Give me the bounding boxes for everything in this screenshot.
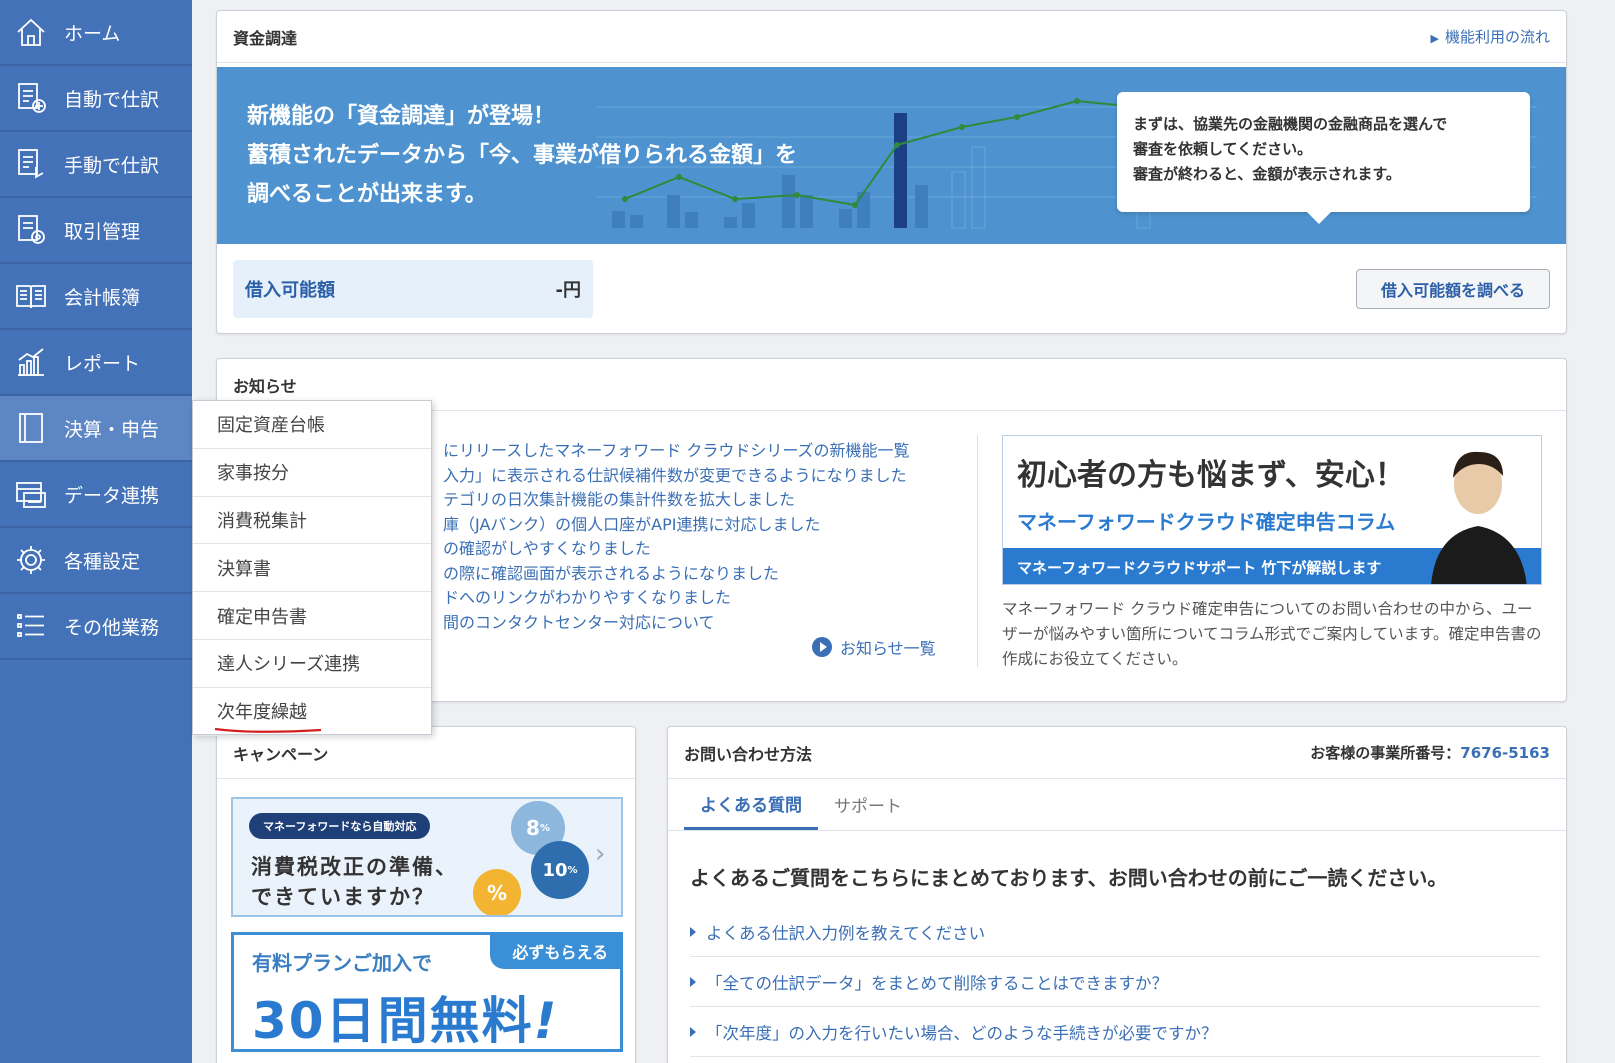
sidebar-item-auto-entry[interactable]: 自動で仕訳 [0,66,192,132]
contact-title: お問い合わせ方法 [684,744,813,764]
sidebar-item-ledger[interactable]: 会計帳簿 [0,264,192,330]
auto-entry-icon [14,81,48,115]
sidebar-item-label: 決算・申告 [64,418,160,441]
data-link-icon [14,477,48,511]
sidebar-item-label: ホーム [64,22,121,45]
free-trial-banner[interactable]: 有料プランご加入で 必ずもらえる 30日間無料! [231,932,623,1052]
submenu-item-financial-statements[interactable]: 決算書 [193,544,431,593]
report-chart-icon [14,345,48,379]
triangle-right-icon [690,976,696,987]
manual-entry-icon [14,147,48,181]
sidebar-item-label: データ連携 [64,484,160,507]
column-headline: 初心者の方も悩まず、安心！ [1017,458,1405,493]
column-subtitle: マネーフォワードクラウド確定申告コラム [1017,510,1396,534]
submenu-item-consumption-tax[interactable]: 消費税集計 [193,497,431,545]
sidebar: ホーム 自動で仕訳 手動で仕訳 取引管理 会計帳簿 レポート 決算・申告 データ… [0,0,192,1063]
submenu-item-tax-return[interactable]: 確定申告書 [193,592,431,640]
list-icon [14,609,48,643]
tab-faq[interactable]: よくある質問 [684,779,818,830]
news-list-link[interactable]: お知らせ一覧 [812,635,936,659]
transactions-icon [14,213,48,247]
office-number: お客様の事業所番号：7676-5163 [1310,744,1550,762]
sidebar-item-manual-entry[interactable]: 手動で仕訳 [0,132,192,198]
instruction-bubble: まずは、協業先の金融機関の金融商品を選んで 審査を依頼してください。 審査が終わ… [1117,92,1530,224]
borrowable-amount-box: 借入可能額 -円 [233,260,593,318]
faq-item[interactable]: 「全ての仕訳データ」をまとめて削除することはできますか？ [690,957,1540,1007]
tab-support[interactable]: サポート [818,779,918,830]
faq-item[interactable]: 「次年度」の入力を行いたい場合、どのような手続きが必要ですか？ [690,1007,1540,1057]
sidebar-item-other[interactable]: その他業務 [0,594,192,660]
home-icon [14,15,48,49]
submenu-item-fixed-assets[interactable]: 固定資産台帳 [193,401,431,449]
faq-lead: よくあるご質問をこちらにまとめております、お問い合わせの前にご一読ください。 [690,866,1448,890]
triangle-right-icon [690,926,696,937]
borrowable-amount-label: 借入可能額 [245,280,335,301]
free-trial-badge: 必ずもらえる [490,935,620,969]
sidebar-item-label: 取引管理 [64,220,141,243]
sidebar-item-label: その他業務 [64,616,160,639]
tax-reform-banner[interactable]: マネーフォワードなら自動対応 消費税改正の準備、 できていますか？ 8% 10%… [231,797,623,917]
submenu-item-household-split[interactable]: 家事按分 [193,449,431,497]
rate-10-circle: 10% [531,841,589,899]
check-borrowable-button[interactable]: 借入可能額を調べる [1356,269,1550,309]
news-title: お知らせ [233,376,297,396]
borrowable-amount-value: -円 [555,280,581,301]
sidebar-item-label: 会計帳簿 [64,286,141,309]
column-banner[interactable]: 初心者の方も悩まず、安心！ マネーフォワードクラウド確定申告コラム マネーフォワ… [1002,435,1542,585]
campaign-title: キャンペーン [233,744,329,764]
triangle-right-icon [690,1026,696,1037]
finance-panel: 資金調達 ▶ 機能利用の流れ 新機能の「資金調達」が登場！ 蓄積されたデータから「… [216,10,1567,334]
settlement-submenu: 固定資産台帳 家事按分 消費税集計 決算書 確定申告書 達人シリーズ連携 次年度… [192,400,432,736]
submenu-item-tatsujin-link[interactable]: 達人シリーズ連携 [193,640,431,688]
play-circle-icon [812,637,832,657]
campaign-panel: キャンペーン マネーフォワードなら自動対応 消費税改正の準備、 できていますか？… [216,726,636,1063]
sidebar-item-data-link[interactable]: データ連携 [0,462,192,528]
percent-coin-icon: % [473,869,521,915]
red-underline-annotation [214,727,322,733]
sidebar-item-settings[interactable]: 各種設定 [0,528,192,594]
auto-support-tag: マネーフォワードなら自動対応 [249,813,431,839]
sidebar-item-label: 自動で仕訳 [64,88,160,111]
ledger-book-icon [14,279,48,313]
supporter-portrait [1431,451,1527,584]
sidebar-item-report[interactable]: レポート [0,330,192,396]
banner-headline: 新機能の「資金調達」が登場！ 蓄積されたデータから「今、事業が借りられる金額」を… [247,104,798,207]
sidebar-item-settlement[interactable]: 決算・申告 [0,396,192,462]
contact-tabs: よくある質問 サポート [668,779,1566,831]
gear-icon [14,543,48,577]
sidebar-item-transactions[interactable]: 取引管理 [0,198,192,264]
sidebar-item-label: 手動で仕訳 [64,154,160,177]
settlement-icon [14,411,48,445]
sidebar-item-home[interactable]: ホーム [0,0,192,66]
finance-banner: 新機能の「資金調達」が登場！ 蓄積されたデータから「今、事業が借りられる金額」を… [217,67,1566,244]
contact-panel: お問い合わせ方法 お客様の事業所番号：7676-5163 よくある質問 サポート… [667,726,1567,1063]
sidebar-item-label: レポート [64,352,141,375]
finance-title: 資金調達 [233,28,298,48]
sidebar-item-label: 各種設定 [64,550,141,573]
flow-link[interactable]: ▶ 機能利用の流れ [1431,26,1550,47]
column-description: マネーフォワード クラウド確定申告についてのお問い合わせの中から、ユーザーが悩み… [1002,600,1542,668]
free-trial-headline: 30日間無料! [252,992,559,1050]
faq-item[interactable]: よくある仕訳入力例を教えてください [690,907,1540,957]
chevron-right-icon: › [595,839,606,869]
